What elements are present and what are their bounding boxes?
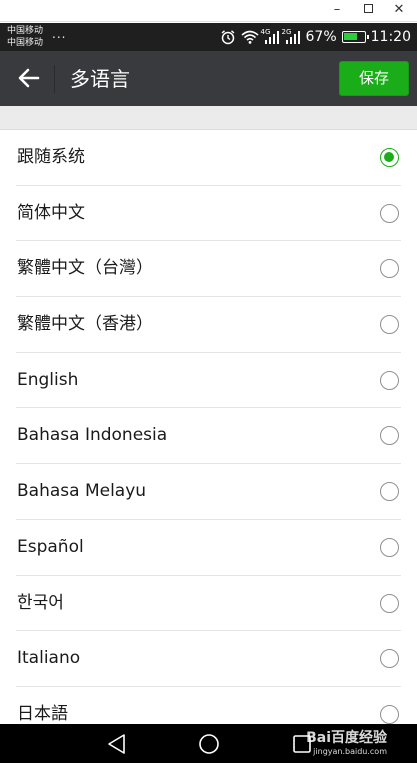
radio-button[interactable] [380, 203, 399, 223]
radio-button[interactable] [380, 426, 399, 446]
carrier-1: 中国移动 [7, 26, 44, 36]
radio-button[interactable] [380, 537, 399, 557]
language-label: 繁體中文（台灣） [17, 258, 153, 279]
radio-button[interactable] [380, 259, 399, 279]
language-item[interactable]: Bahasa Melayu [0, 464, 417, 520]
language-label: 한국어 [17, 592, 64, 613]
net-type-1: 4G [260, 28, 271, 36]
back-button[interactable] [8, 57, 50, 99]
language-label: 日本語 [17, 703, 68, 724]
header-divider [54, 65, 55, 93]
radio-button[interactable] [380, 704, 399, 724]
language-label: Bahasa Indonesia [17, 425, 168, 446]
carrier-2: 中国移动 [7, 38, 44, 48]
radio-button[interactable] [380, 593, 399, 613]
radio-button[interactable] [380, 148, 399, 167]
language-item[interactable]: 繁體中文（香港） [0, 297, 417, 353]
language-item[interactable]: Bahasa Indonesia [0, 408, 417, 465]
language-item[interactable]: 한국어 [0, 576, 417, 632]
language-item[interactable]: Español [0, 520, 417, 576]
arrow-left-icon [18, 68, 40, 88]
radio-button[interactable] [380, 315, 399, 335]
language-label: 跟随系统 [17, 147, 85, 167]
maximize-button[interactable] [353, 0, 383, 22]
circle-home-icon [199, 734, 219, 754]
status-bar: 中国移动 中国移动 ... 4G 2G 67% 11:20 [0, 23, 417, 51]
watermark-url: jingyan.baidu.com [313, 747, 387, 756]
minimize-button[interactable]: – [322, 0, 352, 22]
signal-icon: 2G [281, 28, 301, 44]
alarm-icon [220, 29, 236, 45]
radio-button[interactable] [380, 482, 399, 502]
signal-icon: 4G [260, 28, 280, 44]
language-label: 繁體中文（香港） [17, 314, 153, 335]
close-button[interactable]: ✕ [384, 0, 414, 22]
language-item[interactable]: 繁體中文（台灣） [0, 241, 417, 298]
radio-button[interactable] [380, 649, 399, 669]
language-item[interactable]: 日本語 [0, 687, 417, 724]
language-item[interactable]: 跟随系统 [0, 130, 417, 186]
overflow-indicator: ... [52, 27, 67, 41]
battery-icon [341, 31, 369, 43]
clock: 11:20 [370, 29, 411, 45]
wifi-icon [240, 30, 259, 44]
triangle-back-icon [108, 734, 125, 754]
language-item[interactable]: 简体中文 [0, 186, 417, 242]
radio-button[interactable] [380, 370, 399, 390]
watermark-logo: Bai百度经验 [306, 730, 387, 746]
language-item[interactable]: English [0, 353, 417, 409]
nav-home-button[interactable] [196, 732, 222, 756]
watermark: Bai百度经验 jingyan.baidu.com [306, 730, 387, 758]
language-label: 简体中文 [17, 202, 85, 223]
save-button[interactable]: 保存 [339, 61, 409, 96]
page-title: 多语言 [70, 67, 130, 91]
language-label: Italiano [17, 648, 81, 669]
navigation-bar: Bai百度经验 jingyan.baidu.com [0, 724, 417, 763]
language-list: 跟随系统 简体中文 繁體中文（台灣） 繁體中文（香港） English Baha… [0, 130, 417, 724]
language-label: English [17, 369, 79, 390]
language-label: Bahasa Melayu [17, 481, 147, 502]
battery-percent: 67% [305, 29, 337, 45]
window-titlebar: – ✕ [0, 0, 417, 22]
app-header: 多语言 保存 [0, 51, 417, 106]
maximize-icon [363, 4, 373, 13]
language-item[interactable]: Italiano [0, 631, 417, 687]
net-type-2: 2G [281, 28, 292, 36]
language-label: Español [17, 536, 84, 557]
carrier-info: 中国移动 中国移动 [7, 25, 43, 49]
section-gap [0, 106, 417, 130]
nav-back-button[interactable] [104, 732, 130, 756]
